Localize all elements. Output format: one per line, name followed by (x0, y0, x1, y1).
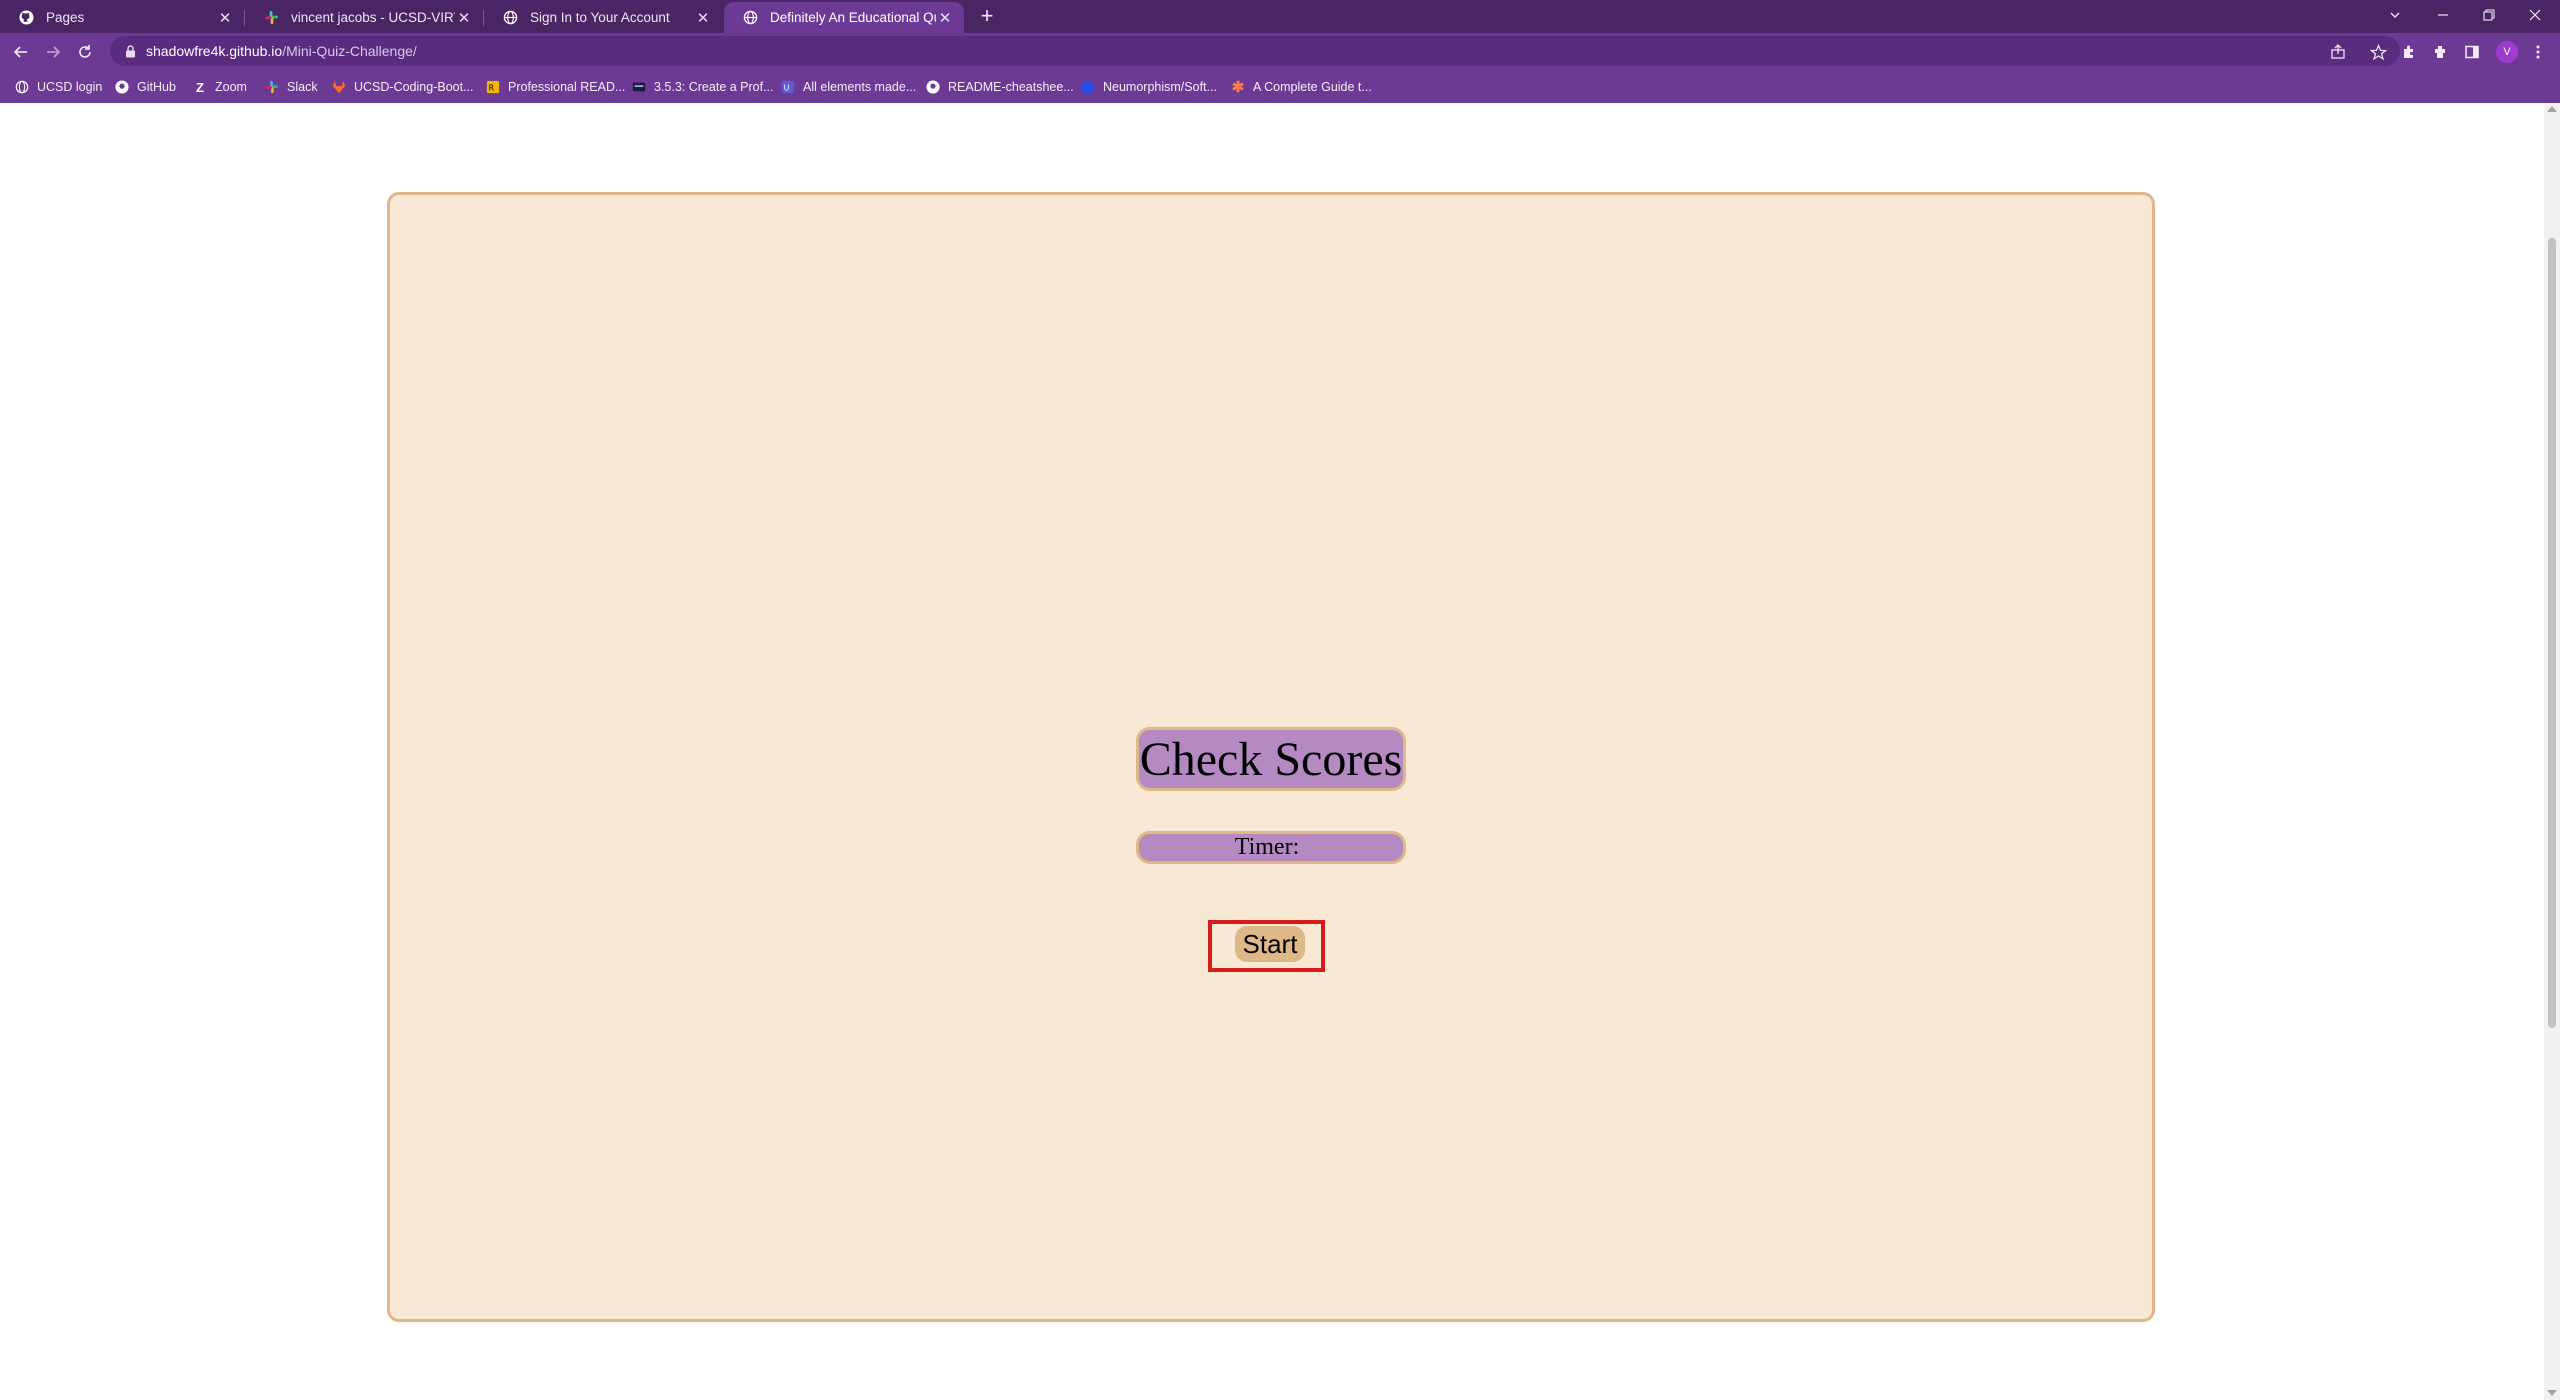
slack-icon (263, 10, 279, 26)
timer-label: Timer: (1234, 834, 1300, 860)
readme-icon: R (485, 79, 501, 95)
bookmark-professional-readme[interactable]: R Professional READ... (485, 77, 625, 97)
globe-icon (14, 79, 30, 95)
gitlab-icon (331, 79, 347, 95)
extension-puzzle-icon[interactable] (2428, 40, 2452, 64)
bookmark-github[interactable]: GitHub (114, 77, 176, 97)
url-host: shadowfre4k.github.io (146, 43, 283, 59)
bookmark-slack[interactable]: Slack (264, 77, 318, 97)
extensions-icon[interactable] (2397, 40, 2421, 64)
github-icon (925, 79, 941, 95)
bookmark-ucsd-login[interactable]: UCSD login (14, 77, 102, 97)
bookmark-readme-cheatsheet[interactable]: README-cheatshee... (925, 77, 1074, 97)
bookmark-create-profile[interactable]: 3.5.3: Create a Prof... (631, 77, 774, 97)
bookmark-label: Neumorphism/Soft... (1103, 80, 1217, 94)
scroll-up-arrow[interactable] (2547, 106, 2557, 112)
github-icon (114, 79, 130, 95)
new-tab-button[interactable]: + (975, 5, 999, 29)
reload-button[interactable] (73, 40, 97, 64)
bookmark-label: README-cheatshee... (948, 80, 1074, 94)
start-button[interactable]: Start (1235, 926, 1305, 962)
forward-button[interactable] (41, 40, 65, 64)
timer-display: Timer: (1136, 831, 1406, 864)
page-scrollbar[interactable] (2544, 103, 2560, 1400)
address-bar[interactable]: shadowfre4k.github.io/Mini-Quiz-Challeng… (110, 36, 2400, 66)
tab-title: Sign In to Your Account (530, 10, 670, 25)
tab-title: vincent jacobs - UCSD-VIRT-FSF (291, 10, 455, 25)
scroll-down-arrow[interactable] (2547, 1390, 2557, 1396)
css-tricks-icon: ✱ (1231, 79, 1245, 96)
github-icon (18, 10, 34, 26)
tab-title: Definitely An Educational Quiz (770, 10, 936, 25)
bookmark-neumorphism[interactable]: Neumorphism/Soft... (1080, 77, 1217, 97)
neumorphism-icon (1080, 79, 1096, 95)
browser-toolbar: shadowfre4k.github.io/Mini-Quiz-Challeng… (0, 33, 2560, 70)
side-panel-icon[interactable] (2460, 40, 2484, 64)
tab-strip: Pages ✕ vincent jacobs - UCSD-VIRT-FSF ✕… (0, 0, 2560, 33)
share-icon[interactable] (2328, 42, 2348, 62)
bookmark-zoom[interactable]: Z Zoom (192, 77, 247, 97)
bookmark-ucsd-coding-boot[interactable]: UCSD-Coding-Boot... (331, 77, 474, 97)
check-scores-button[interactable]: Check Scores (1136, 727, 1406, 791)
tab-sign-in[interactable]: Sign In to Your Account ✕ (484, 2, 722, 33)
globe-icon (742, 10, 758, 26)
svg-text:U: U (784, 84, 790, 93)
tab-title: Pages (46, 10, 85, 25)
globe-icon (502, 10, 518, 26)
close-icon[interactable]: ✕ (694, 9, 712, 27)
svg-text:R: R (489, 84, 495, 93)
bookmark-label: GitHub (137, 80, 176, 94)
tab-slack[interactable]: vincent jacobs - UCSD-VIRT-FSF ✕ (245, 2, 483, 33)
bookmark-label: UCSD login (37, 80, 103, 94)
lock-icon[interactable] (122, 43, 138, 59)
tab-search-icon[interactable] (2372, 0, 2418, 30)
slack-icon (264, 79, 280, 95)
elements-icon: U (780, 79, 796, 95)
bookmarks-bar: UCSD login GitHub Z Zoom Slack UCSD-Codi… (0, 70, 2560, 103)
menu-kebab-icon[interactable] (2526, 40, 2550, 64)
tab-quiz[interactable]: Definitely An Educational Quiz ✕ (724, 2, 964, 33)
close-icon[interactable]: ✕ (455, 9, 473, 27)
bookmark-label: All elements made... (803, 80, 917, 94)
bookmark-all-elements[interactable]: U All elements made... (780, 77, 916, 97)
url-path: /Mini-Quiz-Challenge/ (282, 43, 417, 59)
close-icon[interactable]: ✕ (216, 9, 234, 27)
bookmark-label: UCSD-Coding-Boot... (354, 80, 474, 94)
back-button[interactable] (9, 40, 33, 64)
minimize-button[interactable] (2420, 0, 2466, 30)
bookmark-star-icon[interactable] (2368, 42, 2388, 62)
course-icon (631, 79, 647, 95)
bookmark-complete-guide[interactable]: ✱ A Complete Guide t... (1230, 77, 1372, 97)
close-window-button[interactable] (2512, 0, 2558, 30)
bookmark-label: Zoom (215, 80, 247, 94)
close-icon[interactable]: ✕ (936, 9, 954, 27)
profile-avatar[interactable]: V (2496, 41, 2518, 63)
bookmark-label: 3.5.3: Create a Prof... (654, 80, 774, 94)
scroll-thumb[interactable] (2548, 238, 2556, 1028)
restore-button[interactable] (2466, 0, 2512, 30)
tab-pages[interactable]: Pages ✕ (0, 2, 244, 33)
bookmark-label: A Complete Guide t... (1253, 80, 1372, 94)
bookmark-label: Professional READ... (508, 80, 626, 94)
bookmark-label: Slack (287, 80, 318, 94)
zoom-icon: Z (196, 79, 204, 95)
